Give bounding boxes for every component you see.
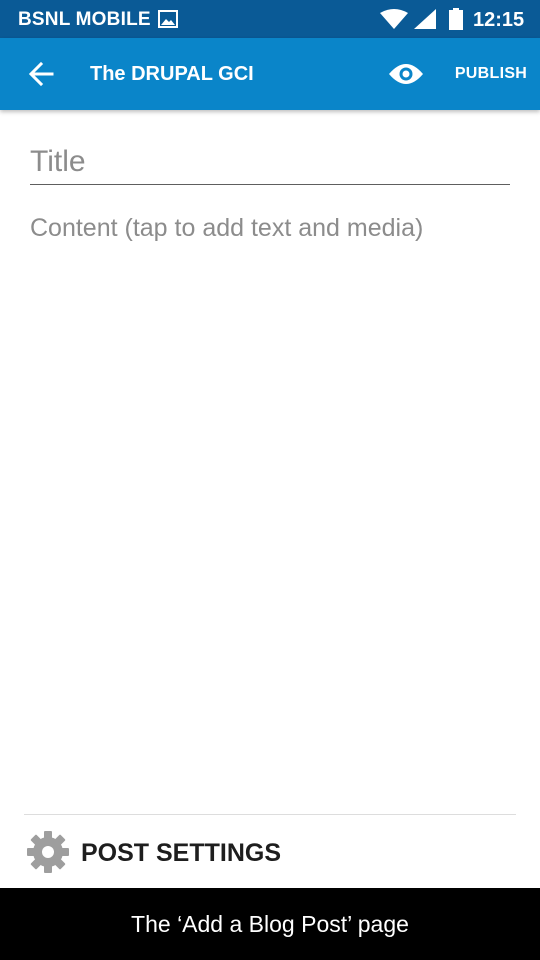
back-button[interactable] — [16, 54, 66, 94]
signal-icon — [414, 9, 436, 34]
app-title: The DRUPAL GCI — [90, 63, 254, 85]
status-bar: BSNL MOBILE 12:15 — [0, 0, 540, 38]
caption-bar: The ‘Add a Blog Post’ page — [0, 888, 540, 960]
post-settings-label: POST SETTINGS — [81, 839, 282, 867]
app-bar: The DRUPAL GCI PUBLISH — [0, 38, 540, 110]
divider — [24, 814, 516, 815]
publish-button[interactable]: PUBLISH — [446, 56, 536, 92]
wifi-icon — [380, 9, 408, 34]
caption-text: The ‘Add a Blog Post’ page — [131, 910, 409, 937]
eye-icon — [389, 64, 423, 84]
status-time: 12:15 — [473, 9, 525, 31]
gallery-icon — [158, 10, 178, 33]
carrier-name: BSNL MOBILE — [18, 9, 151, 30]
post-settings-button[interactable]: POST SETTINGS — [24, 826, 344, 878]
content-input[interactable] — [30, 210, 510, 800]
battery-icon — [449, 8, 463, 35]
gear-icon — [27, 831, 69, 873]
arrow-left-icon — [28, 61, 54, 87]
title-input[interactable] — [30, 140, 510, 185]
preview-button[interactable] — [380, 54, 432, 94]
